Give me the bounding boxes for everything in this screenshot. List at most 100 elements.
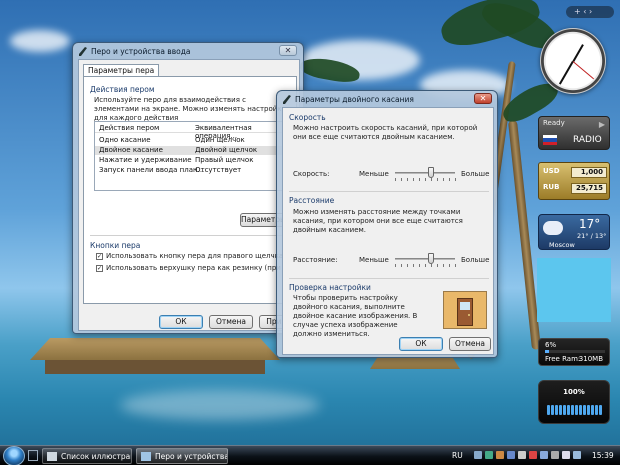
close-button[interactable]: ✕: [279, 45, 297, 56]
language-indicator[interactable]: RU: [452, 451, 463, 460]
door-knob: [468, 314, 470, 316]
test-group-title: Проверка настройки: [289, 283, 371, 292]
clock-gadget[interactable]: [540, 28, 606, 94]
checkbox-eraser[interactable]: ✓: [96, 265, 103, 272]
sidebar-controls-text[interactable]: + ‹ ›: [574, 6, 592, 18]
slider-tick: [425, 264, 426, 267]
input-icon[interactable]: [573, 451, 581, 459]
door-icon: [457, 298, 473, 326]
rub-label[interactable]: RUB: [543, 183, 559, 191]
list-item[interactable]: Двойное касание Двойной щелчок: [95, 146, 289, 155]
tab-panel: Действия пером Используйте перо для взаи…: [83, 76, 297, 304]
pen-icon: [79, 47, 87, 56]
security-icon[interactable]: [529, 451, 537, 459]
slider-tick: [443, 264, 444, 267]
speed-description: Можно настроить скорость касаний, при ко…: [293, 124, 478, 141]
free-ram-label: Free Ram:: [545, 355, 581, 363]
antivirus-icon[interactable]: [496, 451, 504, 459]
display-icon[interactable]: [540, 451, 548, 459]
weather-gadget[interactable]: 17° 21° / 13° Moscow: [538, 214, 610, 250]
slider-tick: [407, 264, 408, 267]
bluetooth-icon[interactable]: [507, 451, 515, 459]
notes-gadget[interactable]: [537, 258, 611, 322]
clock-time[interactable]: 15:39: [592, 451, 614, 460]
city-name: Moscow: [549, 241, 575, 249]
temperature-range: 21° / 13°: [577, 232, 607, 240]
cpu-bar-fill: [545, 350, 549, 353]
list-item[interactable]: Одно касание Один щелчок: [95, 136, 289, 145]
pen-input-devices-window: Перо и устройства ввода ✕ Параметры пера…: [72, 42, 304, 334]
slider-tick: [431, 178, 432, 181]
show-desktop-icon[interactable]: [28, 450, 38, 461]
slider-tick: [455, 178, 456, 181]
battery-segment: [579, 405, 582, 415]
column-header[interactable]: Действия пером: [99, 124, 159, 132]
window-title: Перо и устройства ввода: [79, 47, 191, 56]
russian-flag-icon: [543, 135, 557, 145]
radio-label: RADIO: [573, 135, 602, 145]
actions-list[interactable]: Действия пером Эквивалентная операция...…: [94, 121, 290, 191]
cloud-rain-icon: [543, 221, 563, 235]
slider-thumb[interactable]: [428, 253, 434, 264]
slider-tick: [449, 264, 450, 267]
hut-roof: [30, 338, 280, 360]
test-door-image[interactable]: [443, 291, 487, 329]
taskbar-item-pen-devices[interactable]: Перо и устройства ...: [136, 448, 228, 464]
slider-thumb[interactable]: [428, 167, 434, 178]
list-item[interactable]: Нажатие и удерживание Правый щелчок: [95, 156, 289, 165]
cpu-percent: 6%: [545, 341, 557, 349]
cancel-button[interactable]: Отмена: [209, 315, 253, 329]
slider-tick: [455, 264, 456, 267]
action-equivalent: Один щелчок: [195, 136, 245, 144]
checkbox-right-click[interactable]: ✓: [96, 253, 103, 260]
cpu-meter-gadget[interactable]: 6% Free Ram: 310MB: [538, 338, 610, 366]
radio-gadget[interactable]: Ready ▶ RADIO: [538, 116, 610, 150]
slider-tick: [401, 264, 402, 267]
sidebar-controls[interactable]: + ‹ ›: [566, 6, 614, 18]
battery-segment: [551, 405, 554, 415]
action-equivalent: Правый щелчок: [195, 156, 254, 164]
play-icon[interactable]: ▶: [599, 120, 605, 129]
volume-icon[interactable]: [562, 451, 570, 459]
battery-segment: [599, 405, 602, 415]
battery-segment: [567, 405, 570, 415]
battery-segment: [547, 405, 550, 415]
power-icon[interactable]: [551, 451, 559, 459]
mail-icon[interactable]: [518, 451, 526, 459]
tab-pen-options[interactable]: Параметры пера: [83, 64, 160, 76]
divider: [289, 191, 489, 192]
folder-icon: [47, 452, 57, 461]
ok-button[interactable]: ОК: [159, 315, 203, 329]
battery-segment: [563, 405, 566, 415]
action-name: Одно касание: [99, 136, 151, 144]
action-equivalent: Двойной щелчок: [195, 146, 258, 154]
action-name: Запуск панели ввода план...: [99, 166, 205, 174]
taskbar-item-illustrations[interactable]: Список иллюстрац...: [42, 448, 132, 464]
currency-gadget[interactable]: USD 1,000 RUB 25,715: [538, 162, 610, 200]
battery-percent: 100%: [563, 388, 585, 396]
distance-slider[interactable]: [395, 252, 456, 270]
battery-segment: [555, 405, 558, 415]
list-item[interactable]: Запуск панели ввода план... Отсутствует: [95, 166, 289, 175]
slider-tick: [395, 178, 396, 181]
clock-minute-hand: [559, 61, 574, 85]
checkbox-right-click-label[interactable]: Использовать кнопку пера для правого щел…: [106, 252, 292, 261]
close-button[interactable]: ✕: [474, 93, 492, 104]
window-client: Скорость Можно настроить скорость касани…: [282, 107, 494, 355]
usd-label[interactable]: USD: [543, 167, 560, 175]
battery-gadget[interactable]: 100%: [538, 380, 610, 424]
rub-value: 25,715: [571, 183, 607, 194]
battery-segment: [559, 405, 562, 415]
network-icon[interactable]: [474, 451, 482, 459]
list-header: Действия пером Эквивалентная операция...: [95, 124, 289, 140]
checkbox-eraser-label[interactable]: Использовать верхушку пера как резинку (…: [106, 264, 292, 273]
clock-second-hand: [572, 61, 595, 80]
cancel-button[interactable]: Отмена: [449, 337, 491, 351]
distance-more-label: Больше: [461, 256, 490, 264]
divider: [90, 235, 292, 236]
update-icon[interactable]: [485, 451, 493, 459]
start-button[interactable]: [3, 446, 25, 465]
slider-tick: [413, 264, 414, 267]
ok-button[interactable]: ОК: [399, 337, 443, 351]
speed-slider[interactable]: [395, 166, 456, 184]
